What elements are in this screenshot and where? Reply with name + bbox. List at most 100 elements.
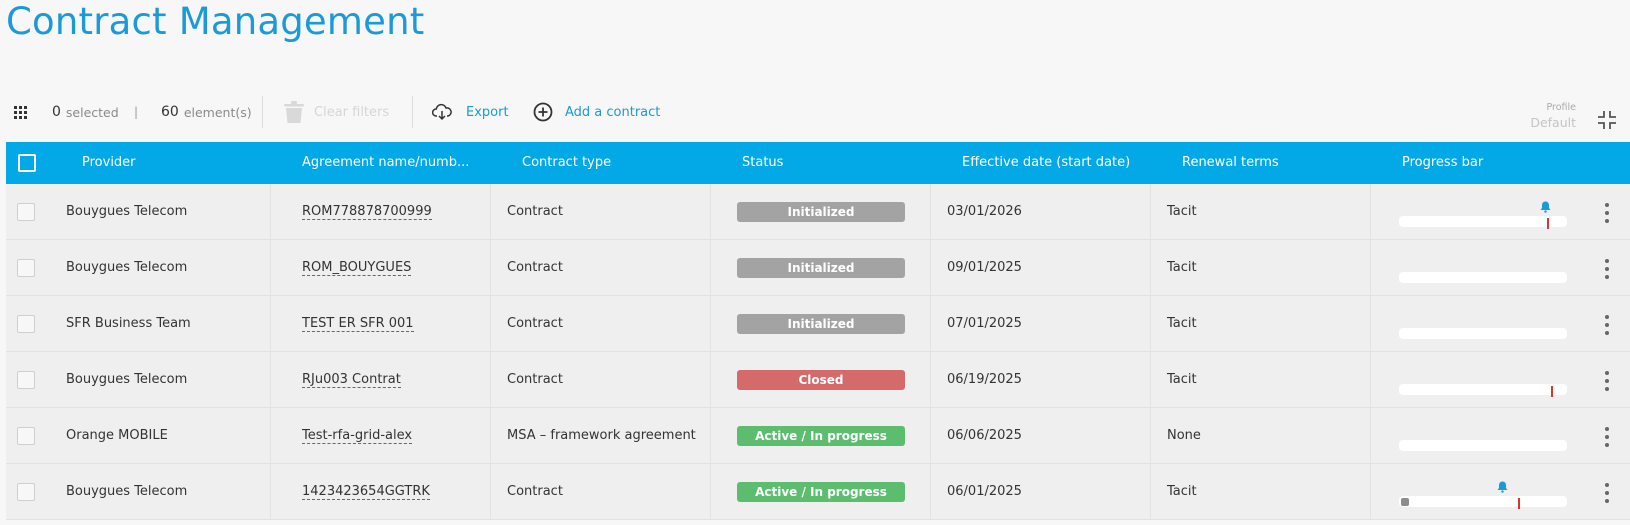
column-divider [710, 352, 711, 407]
toolbar: 0 selected | 60 element(s) Clear filters… [0, 94, 1630, 130]
column-divider [710, 240, 711, 295]
select-all-checkbox[interactable] [18, 154, 36, 172]
table-row[interactable]: SFR Business Team TEST ER SFR 001 Contra… [6, 296, 1630, 352]
column-divider [270, 296, 271, 351]
agreement-link[interactable]: TEST ER SFR 001 [302, 316, 414, 332]
progress-bar [1399, 272, 1567, 283]
bell-icon [1497, 481, 1508, 497]
toolbar-divider [262, 96, 263, 128]
table-body: Bouygues Telecom ROM778878700999 Contrac… [6, 184, 1630, 520]
column-header-progress-bar[interactable]: Progress bar [1402, 142, 1483, 184]
column-divider [930, 352, 931, 407]
effective-date-cell: 07/01/2025 [947, 316, 1022, 331]
column-header-renewal-terms[interactable]: Renewal terms [1182, 142, 1279, 184]
add-contract-button[interactable]: Add a contract [533, 94, 660, 130]
renewal-terms-cell: Tacit [1167, 260, 1197, 275]
column-divider [1370, 408, 1371, 463]
column-divider [490, 408, 491, 463]
profile-label: Profile [1546, 102, 1576, 113]
table-row[interactable]: Bouygues Telecom ROM778878700999 Contrac… [6, 184, 1630, 240]
progress-marker [1547, 218, 1549, 229]
counter-separator: | [134, 105, 139, 119]
agreement-link[interactable]: ROM778878700999 [302, 204, 432, 220]
page-title: Contract Management [6, 0, 425, 43]
table-row[interactable]: Bouygues Telecom 1423423654GGTRK Contrac… [6, 464, 1630, 520]
status-badge: Initialized [737, 202, 905, 222]
column-divider [1150, 352, 1151, 407]
status-badge: Active / In progress [737, 426, 905, 446]
progress-bar [1399, 496, 1567, 509]
column-divider [490, 240, 491, 295]
export-label: Export [466, 104, 509, 120]
selected-count: 0 [52, 104, 61, 120]
more-actions-icon[interactable] [1601, 483, 1613, 503]
column-header-effective-date[interactable]: Effective date (start date) [962, 142, 1130, 184]
more-actions-icon[interactable] [1601, 259, 1613, 279]
cloud-download-icon [432, 103, 452, 121]
row-checkbox[interactable] [17, 483, 35, 501]
clear-filters-button[interactable]: Clear filters [284, 94, 389, 130]
agreement-link[interactable]: 1423423654GGTRK [302, 484, 430, 500]
provider-cell: Bouygues Telecom [66, 260, 188, 275]
column-header-contract-type[interactable]: Contract type [522, 142, 611, 184]
add-contract-label: Add a contract [565, 104, 661, 120]
contract-type-cell: MSA – framework agreement [507, 428, 696, 443]
row-checkbox[interactable] [17, 259, 35, 277]
effective-date-cell: 06/01/2025 [947, 484, 1022, 499]
row-checkbox[interactable] [17, 371, 35, 389]
column-divider [1370, 296, 1371, 351]
column-divider [1150, 296, 1151, 351]
column-header-provider[interactable]: Provider [82, 142, 136, 184]
agreement-link[interactable]: Test-rfa-grid-alex [302, 428, 413, 444]
renewal-terms-cell: None [1167, 428, 1201, 443]
table-row[interactable]: Orange MOBILE Test-rfa-grid-alex MSA – f… [6, 408, 1630, 464]
column-divider [1150, 240, 1151, 295]
column-divider [930, 296, 931, 351]
column-divider [490, 464, 491, 519]
column-divider [710, 464, 711, 519]
row-checkbox[interactable] [17, 427, 35, 445]
plus-circle-icon [533, 102, 553, 122]
profile-selector[interactable]: Profile Default [1520, 102, 1576, 132]
column-divider [270, 352, 271, 407]
renewal-terms-cell: Tacit [1167, 372, 1197, 387]
more-actions-icon[interactable] [1601, 427, 1613, 447]
table-header: Provider Agreement name/numb... Contract… [6, 142, 1630, 184]
provider-cell: Bouygues Telecom [66, 372, 188, 387]
column-divider [1370, 464, 1371, 519]
row-checkbox[interactable] [17, 203, 35, 221]
table-row[interactable]: Bouygues Telecom ROM_BOUYGUES Contract I… [6, 240, 1630, 296]
more-actions-icon[interactable] [1601, 371, 1613, 391]
trash-icon [284, 101, 304, 123]
table-row[interactable]: Bouygues Telecom RJu003 Contrat Contract… [6, 352, 1630, 408]
more-actions-icon[interactable] [1601, 203, 1613, 223]
column-header-status[interactable]: Status [742, 142, 783, 184]
column-divider [710, 408, 711, 463]
column-divider [930, 240, 931, 295]
provider-cell: Bouygues Telecom [66, 484, 188, 499]
grid-icon[interactable] [14, 94, 27, 130]
contracts-table: Provider Agreement name/numb... Contract… [6, 142, 1630, 520]
effective-date-cell: 03/01/2026 [947, 204, 1022, 219]
toolbar-divider [412, 96, 413, 128]
contract-type-cell: Contract [507, 260, 563, 275]
agreement-link[interactable]: RJu003 Contrat [302, 372, 401, 388]
column-divider [1370, 352, 1371, 407]
progress-bar [1399, 216, 1567, 229]
column-divider [270, 464, 271, 519]
row-checkbox[interactable] [17, 315, 35, 333]
collapse-icon[interactable] [1597, 110, 1617, 134]
selected-label: selected [65, 104, 119, 120]
more-actions-icon[interactable] [1601, 315, 1613, 335]
column-divider [930, 464, 931, 519]
column-divider [1150, 408, 1151, 463]
provider-cell: SFR Business Team [66, 316, 191, 331]
effective-date-cell: 09/01/2025 [947, 260, 1022, 275]
export-button[interactable]: Export [432, 94, 509, 130]
agreement-link[interactable]: ROM_BOUYGUES [302, 260, 412, 276]
status-badge: Active / In progress [737, 482, 905, 502]
status-badge: Initialized [737, 258, 905, 278]
column-divider [1370, 184, 1371, 239]
progress-marker [1518, 498, 1520, 509]
column-header-agreement[interactable]: Agreement name/numb... [302, 142, 469, 184]
